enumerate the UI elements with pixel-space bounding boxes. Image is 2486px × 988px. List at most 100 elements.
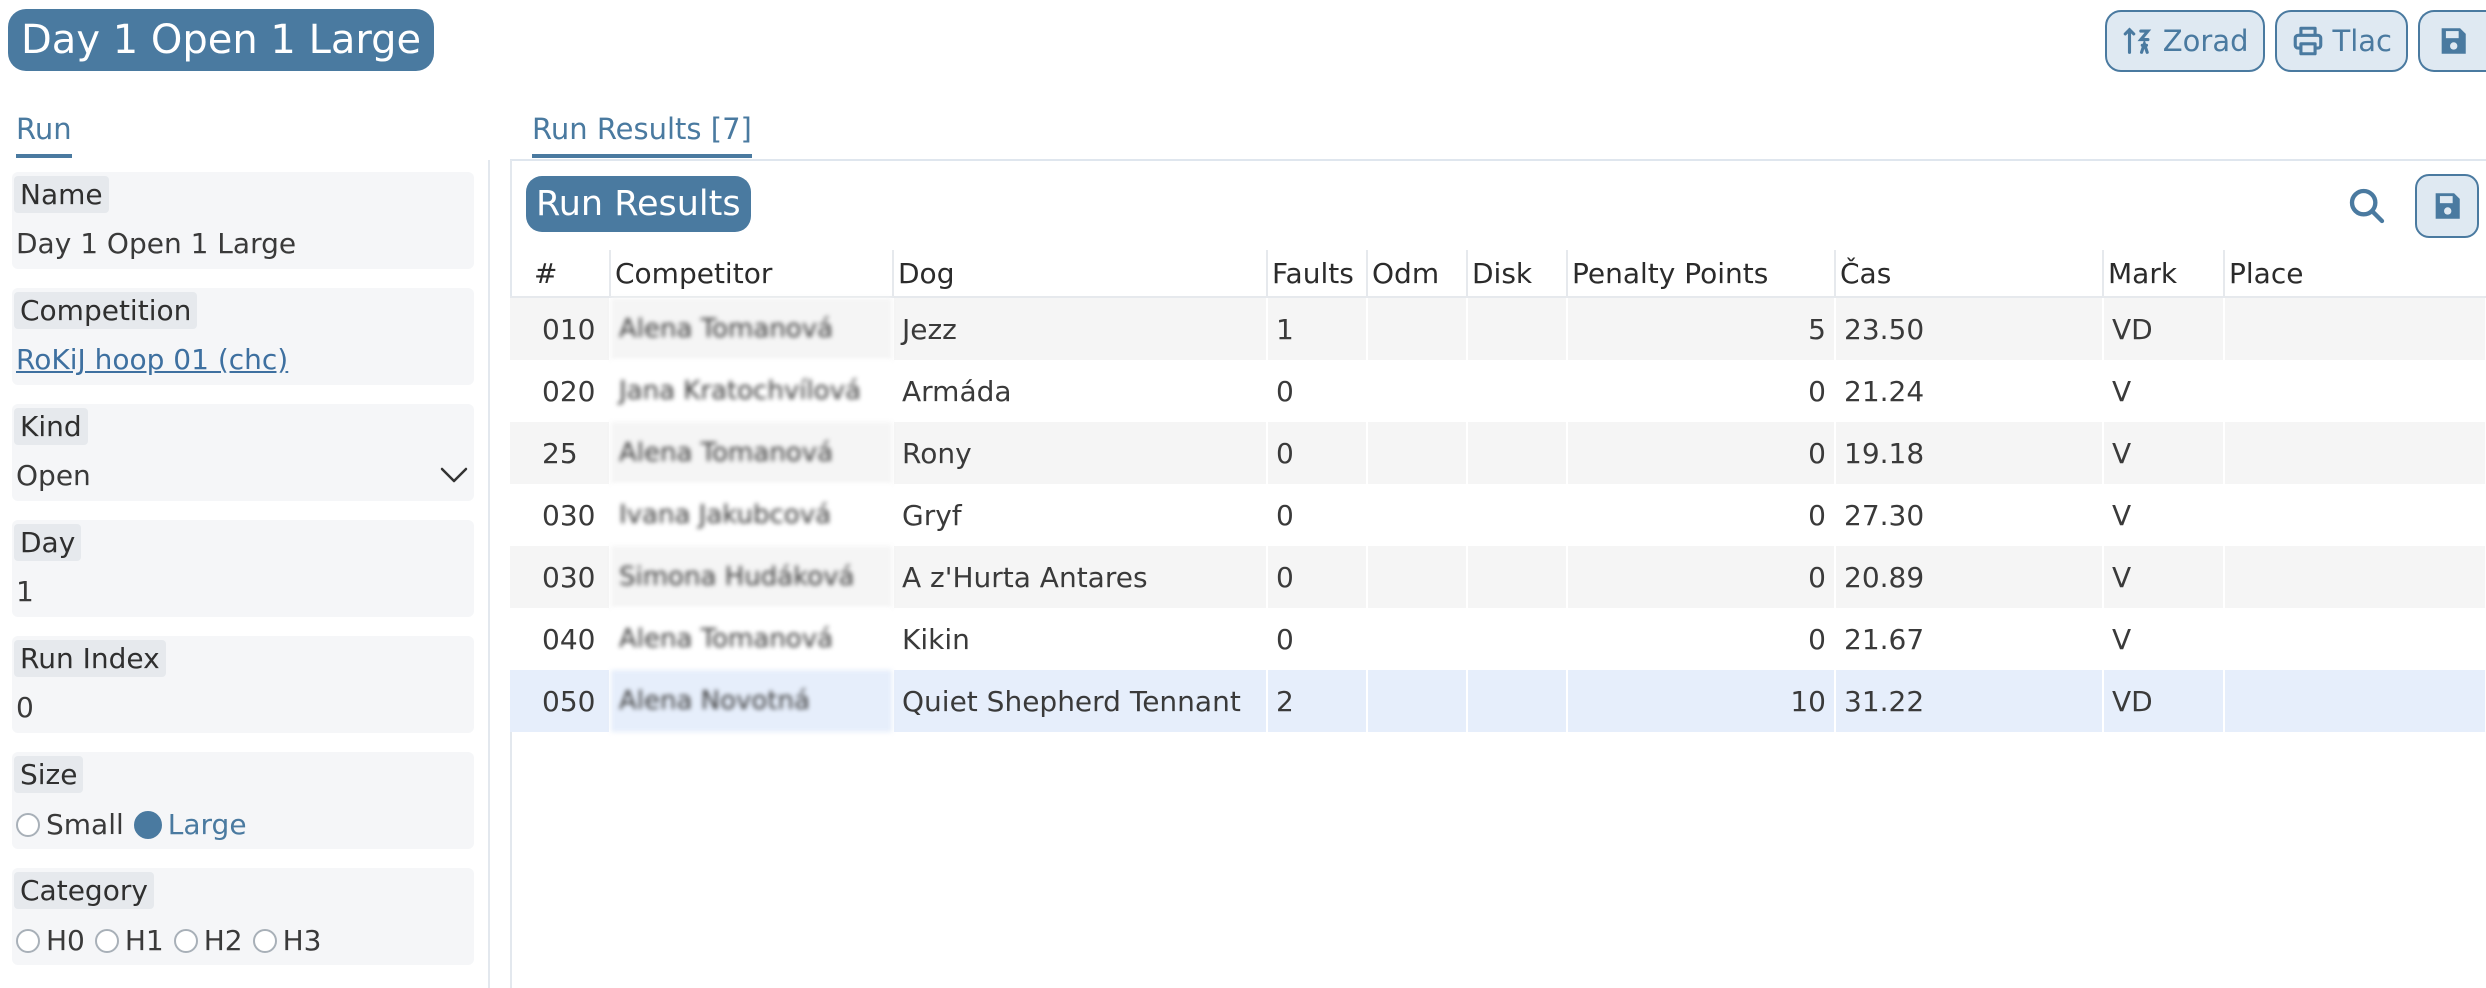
save-button[interactable] bbox=[2418, 10, 2486, 72]
col-header-time[interactable]: Čas bbox=[1835, 250, 2104, 298]
cell-mark: V bbox=[2103, 546, 2225, 608]
category-radio-h1[interactable]: H1 bbox=[94, 924, 164, 957]
col-header-penalty[interactable]: Penalty Points bbox=[1567, 250, 1836, 298]
sort-button-label: Zorad bbox=[2162, 24, 2249, 58]
table-row[interactable]: 010 Alena Tomanová Jezz 1 5 23.50 VD bbox=[510, 297, 2486, 360]
cell-disk bbox=[1467, 670, 1568, 732]
col-header-dog[interactable]: Dog bbox=[893, 250, 1268, 298]
save-icon bbox=[2435, 193, 2460, 219]
run-index-value[interactable]: 0 bbox=[16, 691, 34, 724]
tab-run[interactable]: Run bbox=[16, 112, 72, 158]
cell-disk bbox=[1467, 297, 1568, 360]
table-row[interactable]: 050 Alena Novotná Quiet Shepherd Tennant 2 1… bbox=[510, 670, 2486, 732]
category-radio-h2[interactable]: H2 bbox=[173, 924, 243, 957]
cell-dog: A z'Hurta Antares bbox=[893, 546, 1268, 608]
size-radio-group: Small Large bbox=[16, 808, 257, 841]
category-label: Category bbox=[14, 872, 154, 909]
category-h1-label: H1 bbox=[124, 924, 164, 957]
chevron-down-icon[interactable] bbox=[440, 466, 468, 484]
radio-circle[interactable] bbox=[252, 928, 277, 953]
radio-circle[interactable] bbox=[16, 928, 40, 953]
cell-mark: V bbox=[2103, 360, 2225, 422]
col-header-disk[interactable]: Disk bbox=[1467, 250, 1568, 298]
search-icon[interactable] bbox=[2347, 186, 2387, 226]
run-index-field[interactable]: Run Index 0 bbox=[12, 636, 474, 733]
print-icon bbox=[2293, 26, 2322, 56]
table-row[interactable]: 030 Simona Hudáková A z'Hurta Antares 0 0 20.… bbox=[510, 546, 2486, 608]
category-radio-h0[interactable]: H0 bbox=[16, 924, 85, 957]
cell-odm bbox=[1367, 608, 1468, 670]
day-field[interactable]: Day 1 bbox=[12, 520, 474, 617]
table-header-row: # Competitor Dog Faults Odm Disk Penalty… bbox=[510, 250, 2486, 298]
top-toolbar: Zorad Tlac bbox=[2104, 10, 2486, 72]
size-small-label: Small bbox=[46, 808, 124, 841]
size-label: Size bbox=[14, 756, 84, 793]
radio-circle[interactable] bbox=[16, 812, 40, 837]
name-label: Name bbox=[14, 176, 109, 213]
cell-time: 31.22 bbox=[1835, 670, 2104, 732]
cell-num: 030 bbox=[510, 546, 611, 608]
size-radio-large[interactable]: Large bbox=[133, 808, 247, 841]
cell-dog: Jezz bbox=[893, 297, 1268, 360]
table-row[interactable]: 040 Alena Tomanová Kikin 0 0 21.67 V bbox=[510, 608, 2486, 670]
print-button-label: Tlac bbox=[2332, 24, 2393, 58]
cell-num: 050 bbox=[510, 670, 611, 732]
name-value[interactable]: Day 1 Open 1 Large bbox=[16, 227, 296, 260]
cell-competitor: Jana Kratochvílová bbox=[610, 360, 894, 422]
cell-penalty: 10 bbox=[1567, 670, 1836, 732]
cell-num: 040 bbox=[510, 608, 611, 670]
radio-circle-selected[interactable] bbox=[133, 810, 162, 839]
cell-competitor: Alena Novotná bbox=[610, 670, 894, 732]
cell-penalty: 0 bbox=[1567, 360, 1836, 422]
cell-time: 23.50 bbox=[1835, 297, 2104, 360]
size-radio-small[interactable]: Small bbox=[16, 808, 124, 841]
day-value[interactable]: 1 bbox=[16, 575, 34, 608]
category-h0-label: H0 bbox=[46, 924, 85, 957]
table-row[interactable]: 25 Alena Tomanová Rony 0 0 19.18 V bbox=[510, 422, 2486, 484]
competition-field[interactable]: Competition RoKiJ hoop 01 (chc) bbox=[12, 288, 474, 385]
radio-circle[interactable] bbox=[173, 928, 198, 953]
tab-run-results[interactable]: Run Results [7] bbox=[532, 112, 752, 158]
cell-time: 21.67 bbox=[1835, 608, 2104, 670]
col-header-competitor[interactable]: Competitor bbox=[610, 250, 894, 298]
kind-select[interactable]: Kind Open bbox=[12, 404, 474, 501]
kind-value[interactable]: Open bbox=[16, 459, 91, 492]
col-header-odm[interactable]: Odm bbox=[1367, 250, 1468, 298]
cell-place bbox=[2224, 297, 2486, 360]
category-h3-label: H3 bbox=[282, 924, 322, 957]
table-row[interactable]: 020 Jana Kratochvílová Armáda 0 0 21.24 V bbox=[510, 360, 2486, 422]
competition-label: Competition bbox=[14, 292, 198, 329]
cell-faults: 1 bbox=[1267, 297, 1368, 360]
cell-mark: V bbox=[2103, 422, 2225, 484]
cell-faults: 0 bbox=[1267, 422, 1368, 484]
cell-num: 020 bbox=[510, 360, 611, 422]
kind-label: Kind bbox=[14, 408, 88, 445]
cell-competitor: Alena Tomanová bbox=[610, 297, 894, 360]
col-header-mark[interactable]: Mark bbox=[2103, 250, 2225, 298]
cell-place bbox=[2224, 484, 2486, 546]
cell-disk bbox=[1467, 422, 1568, 484]
col-header-faults[interactable]: Faults bbox=[1267, 250, 1368, 298]
cell-faults: 0 bbox=[1267, 546, 1368, 608]
results-save-button[interactable] bbox=[2415, 174, 2479, 238]
cell-time: 21.24 bbox=[1835, 360, 2104, 422]
name-field[interactable]: Name Day 1 Open 1 Large bbox=[12, 172, 474, 269]
table-row[interactable]: 030 Ivana Jakubcová Gryf 0 0 27.30 V bbox=[510, 484, 2486, 546]
competition-link[interactable]: RoKiJ hoop 01 (chc) bbox=[16, 343, 288, 376]
print-button[interactable]: Tlac bbox=[2274, 10, 2408, 72]
category-radio-h3[interactable]: H3 bbox=[252, 924, 322, 957]
radio-circle[interactable] bbox=[94, 928, 119, 953]
sort-button[interactable]: Zorad bbox=[2104, 10, 2265, 72]
cell-odm bbox=[1367, 422, 1468, 484]
cell-place bbox=[2224, 546, 2486, 608]
col-header-place[interactable]: Place bbox=[2224, 250, 2486, 298]
cell-disk bbox=[1467, 546, 1568, 608]
cell-disk bbox=[1467, 484, 1568, 546]
size-field: Size Small Large bbox=[12, 752, 474, 849]
cell-faults: 0 bbox=[1267, 484, 1368, 546]
cell-faults: 2 bbox=[1267, 670, 1368, 732]
cell-dog: Kikin bbox=[893, 608, 1268, 670]
col-header-num[interactable]: # bbox=[510, 250, 611, 298]
size-large-label: Large bbox=[167, 808, 247, 841]
cell-mark: V bbox=[2103, 608, 2225, 670]
